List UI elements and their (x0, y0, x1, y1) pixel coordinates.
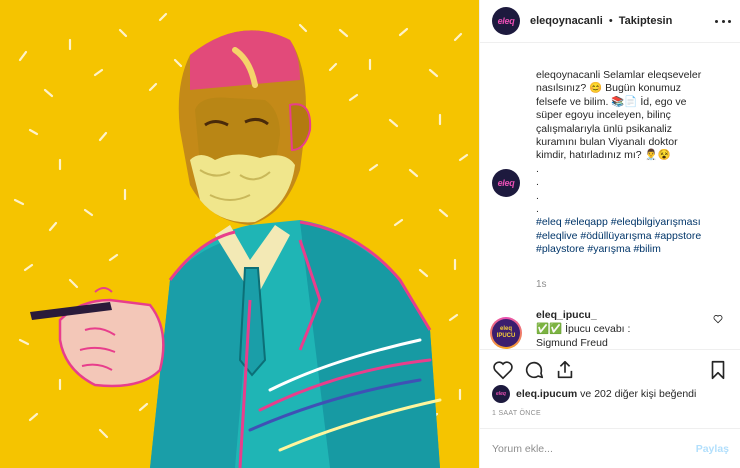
commenter-avatar-top: eleq (499, 326, 512, 332)
comment-input[interactable] (492, 442, 696, 455)
comment-line-1: eleq_ipucu_ ✅✅ İpucu cevabı : (536, 308, 716, 336)
hashtag-line-2[interactable]: #eleqlive #ödüllüyarışma #appstore (536, 230, 726, 243)
caption-text-1: Selamlar eleqseveler (603, 69, 702, 81)
caption-line-4: süper egoyu inceleyen, bilinç (536, 109, 671, 122)
post-header: eleq eleqoynacanli • Takiptesin (480, 0, 740, 43)
caption-text: eleqoynacanli Selamlar eleqseveler nasıl… (536, 69, 726, 257)
liker-avatar[interactable]: eleq (492, 385, 510, 403)
caption-line-1: eleqoynacanli Selamlar eleqseveler (536, 69, 726, 82)
hashtag-line-1[interactable]: #eleq #eleqapp #eleqbilgiyarışması (536, 216, 726, 229)
caption-line-5: çalışmalarıyla ünlü psikanaliz (536, 122, 672, 135)
post-image[interactable] (0, 0, 479, 468)
liker-username[interactable]: eleq.ipucum (516, 388, 577, 400)
more-icon[interactable] (715, 13, 731, 29)
caption-dot-2: . (536, 176, 539, 189)
commenter-avatar-inner: eleq IPUCU (492, 319, 520, 347)
caption-line-7: kimdir, hatırladınız mı? 👨‍⚕️😵 (536, 149, 671, 162)
commenter-avatar[interactable]: eleq IPUCU (490, 317, 522, 349)
freud-illustration (0, 0, 479, 468)
commenter-username[interactable]: eleq_ipucu_ (536, 309, 597, 321)
comment-box: Paylaş (480, 428, 740, 468)
likes-rest[interactable]: ve 202 diğer kişi beğendi (577, 388, 696, 400)
caption-avatar[interactable]: eleq (492, 169, 520, 197)
post-timestamp[interactable]: 1 SAAT ÖNCE (492, 410, 541, 417)
caption-time[interactable]: 1s (536, 279, 547, 290)
header-separator: • (608, 15, 613, 27)
caption-dot-3: . (536, 189, 539, 202)
share-icon[interactable] (554, 359, 576, 381)
caption-dot-1: . (536, 162, 539, 175)
follow-status[interactable]: Takiptesin (619, 15, 673, 27)
caption-line-3: felsefe ve bilim. 📚📄 İd, ego ve (536, 95, 687, 108)
caption-line-2: nasılsınız? 😊 Bugün konumuz (536, 82, 681, 95)
commenter-avatar-bottom: IPUCU (496, 333, 516, 339)
hashtag-line-3[interactable]: #playstore #yarışma #bilim (536, 243, 726, 256)
author-avatar[interactable]: eleq (492, 7, 520, 35)
author-avatar-text: eleq (497, 16, 515, 26)
liker-avatar-text: eleq (495, 391, 506, 397)
caption-username[interactable]: eleqoynacanli (536, 69, 600, 81)
caption-avatar-text: eleq (497, 178, 515, 188)
author-username[interactable]: eleqoynacanli (530, 15, 603, 27)
comment-body-1: ✅✅ İpucu cevabı : (536, 323, 631, 335)
likes-summary: eleq eleq.ipucum ve 202 diğer kişi beğen… (480, 384, 740, 404)
small-heart-icon[interactable] (713, 314, 723, 324)
heart-icon[interactable] (492, 359, 514, 381)
comment-icon[interactable] (523, 359, 545, 381)
caption-line-6: kuramını bulan Viyanalı doktor (536, 136, 678, 149)
comment-text: eleq_ipucu_ ✅✅ İpucu cevabı : Sigmund Fr… (536, 308, 716, 350)
header-text: eleqoynacanli • Takiptesin (530, 15, 672, 27)
bookmark-icon[interactable] (707, 359, 729, 381)
post-comment-button[interactable]: Paylaş (696, 443, 729, 455)
comment-line-2: Sigmund Freud (536, 337, 608, 349)
comments-section: eleq eleqoynacanli Selamlar eleqseveler … (480, 44, 740, 350)
likes-text: eleq.ipucum ve 202 diğer kişi beğendi (516, 388, 696, 400)
caption-dot-4: . (536, 203, 539, 216)
post-side-panel: eleq eleqoynacanli • Takiptesin eleq ele… (479, 0, 740, 468)
